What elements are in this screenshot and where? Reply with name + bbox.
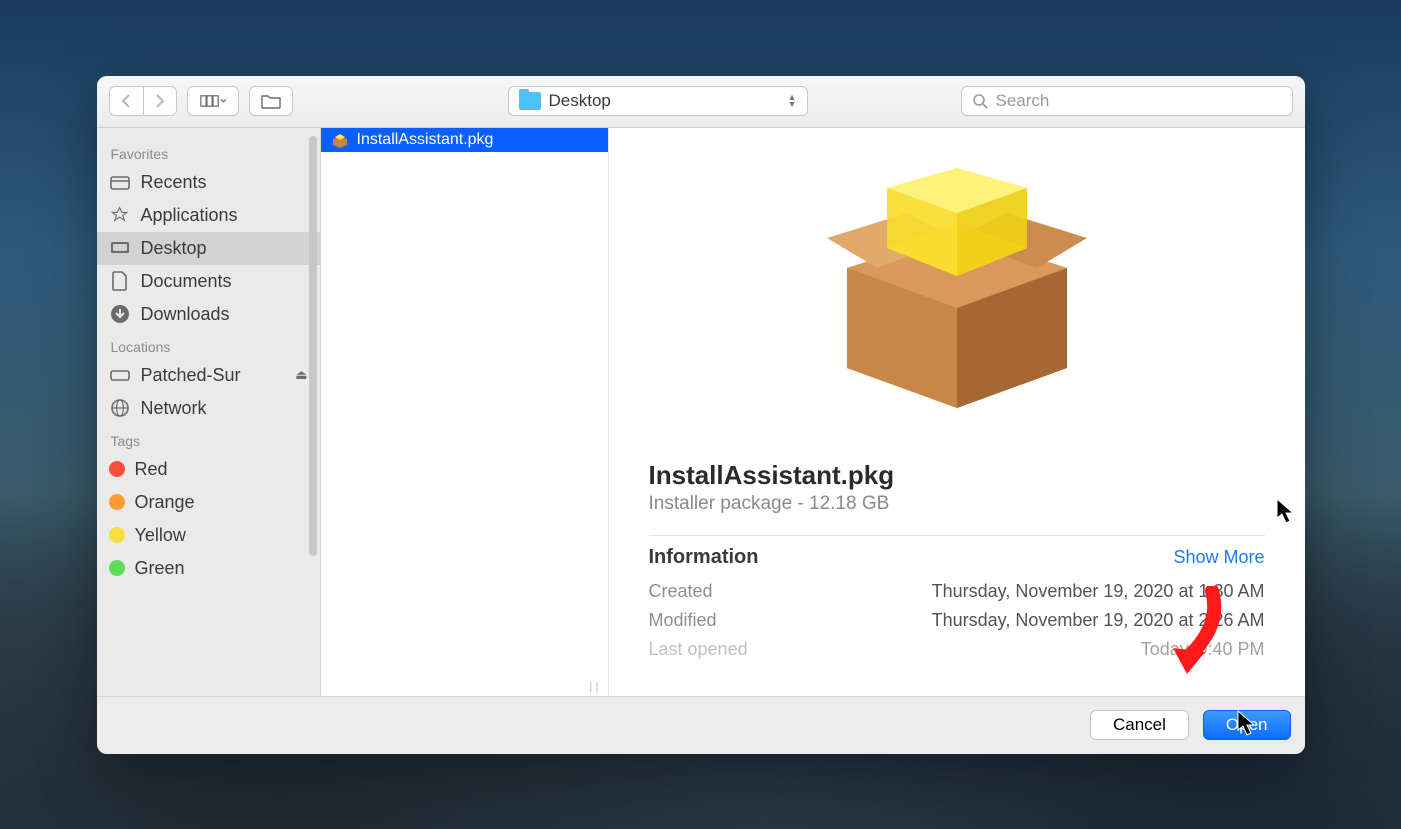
file-item-label: InstallAssistant.pkg: [357, 131, 494, 149]
preview-meta-created: Created Thursday, November 19, 2020 at 1…: [649, 577, 1265, 606]
dialog-footer: Cancel Open: [97, 696, 1305, 754]
sidebar-item-patched-sur[interactable]: Patched-Sur ⏏: [97, 359, 320, 392]
disk-icon: [109, 365, 131, 385]
desktop-icon: [109, 238, 131, 258]
meta-value: Today, 9:40 PM: [1141, 639, 1265, 660]
chevron-right-icon: [155, 94, 165, 108]
sidebar[interactable]: Favorites Recents Applications Desktop D…: [97, 128, 321, 696]
network-icon: [109, 398, 131, 418]
sidebar-section-tags: Tags: [97, 425, 320, 453]
sidebar-item-label: Orange: [135, 492, 195, 513]
folder-plain-icon: [261, 93, 281, 109]
file-item-installassistant[interactable]: InstallAssistant.pkg: [321, 128, 608, 152]
meta-value: Thursday, November 19, 2020 at 1:30 AM: [932, 581, 1265, 602]
columns-icon: [200, 94, 226, 108]
applications-icon: [109, 205, 131, 225]
meta-value: Thursday, November 19, 2020 at 2:26 AM: [932, 610, 1265, 631]
documents-icon: [109, 271, 131, 291]
sidebar-tag-orange[interactable]: Orange: [97, 486, 320, 519]
preview-pane: InstallAssistant.pkg Installer package -…: [609, 128, 1305, 696]
updown-chevron-icon: ▲▼: [788, 94, 797, 108]
open-file-dialog: Desktop ▲▼ Search Favorites Recents: [97, 76, 1305, 754]
sidebar-item-applications[interactable]: Applications: [97, 199, 320, 232]
tag-dot-icon: [109, 527, 125, 543]
sidebar-item-label: Recents: [141, 172, 207, 193]
meta-label: Last opened: [649, 639, 748, 660]
open-button[interactable]: Open: [1203, 710, 1291, 740]
sidebar-item-downloads[interactable]: Downloads: [97, 298, 320, 331]
sidebar-item-label: Green: [135, 558, 185, 579]
meta-label: Created: [649, 581, 713, 602]
nav-back-button[interactable]: [109, 86, 143, 116]
pkg-file-icon: [331, 131, 349, 149]
location-popup[interactable]: Desktop ▲▼: [508, 86, 808, 116]
dialog-toolbar: Desktop ▲▼ Search: [97, 76, 1305, 128]
file-column[interactable]: InstallAssistant.pkg ||: [321, 128, 609, 696]
divider: [649, 535, 1265, 536]
sidebar-item-label: Documents: [141, 271, 232, 292]
sidebar-item-label: Desktop: [141, 238, 207, 259]
preview-kind-size: Installer package - 12.18 GB: [649, 493, 890, 515]
sidebar-item-documents[interactable]: Documents: [97, 265, 320, 298]
search-field[interactable]: Search: [961, 86, 1293, 116]
sidebar-item-desktop[interactable]: Desktop: [97, 232, 320, 265]
tag-dot-icon: [109, 494, 125, 510]
sidebar-tag-green[interactable]: Green: [97, 552, 320, 585]
preview-meta-modified: Modified Thursday, November 19, 2020 at …: [649, 606, 1265, 635]
show-more-link[interactable]: Show More: [1173, 547, 1264, 568]
cancel-button[interactable]: Cancel: [1090, 710, 1189, 740]
sidebar-tag-yellow[interactable]: Yellow: [97, 519, 320, 552]
chevron-left-icon: [121, 94, 131, 108]
sidebar-section-locations: Locations: [97, 331, 320, 359]
column-resize-handle[interactable]: ||: [589, 679, 601, 693]
eject-icon[interactable]: ⏏: [295, 367, 307, 383]
tag-dot-icon: [109, 461, 125, 477]
location-label: Desktop: [549, 91, 611, 111]
sidebar-tag-red[interactable]: Red: [97, 453, 320, 486]
sidebar-scrollbar[interactable]: [309, 136, 317, 556]
group-button[interactable]: [249, 86, 293, 116]
downloads-icon: [109, 304, 131, 324]
search-placeholder: Search: [996, 91, 1050, 111]
dialog-body: Favorites Recents Applications Desktop D…: [97, 128, 1305, 696]
sidebar-item-label: Yellow: [135, 525, 186, 546]
sidebar-item-label: Red: [135, 459, 168, 480]
tag-dot-icon: [109, 560, 125, 576]
search-icon: [972, 93, 988, 109]
folder-icon: [519, 92, 541, 110]
nav-forward-button[interactable]: [143, 86, 177, 116]
sidebar-item-label: Downloads: [141, 304, 230, 325]
preview-filename: InstallAssistant.pkg: [649, 460, 895, 491]
sidebar-item-recents[interactable]: Recents: [97, 166, 320, 199]
preview-meta-lastopened: Last opened Today, 9:40 PM: [649, 635, 1265, 664]
sidebar-item-network[interactable]: Network: [97, 392, 320, 425]
sidebar-item-label: Patched-Sur: [141, 365, 241, 386]
recents-icon: [109, 172, 131, 192]
view-mode-button[interactable]: [187, 86, 239, 116]
sidebar-item-label: Network: [141, 398, 207, 419]
package-icon: [817, 168, 1097, 428]
meta-label: Modified: [649, 610, 717, 631]
sidebar-item-label: Applications: [141, 205, 238, 226]
preview-info-header: Information: [649, 546, 759, 569]
sidebar-section-favorites: Favorites: [97, 138, 320, 166]
